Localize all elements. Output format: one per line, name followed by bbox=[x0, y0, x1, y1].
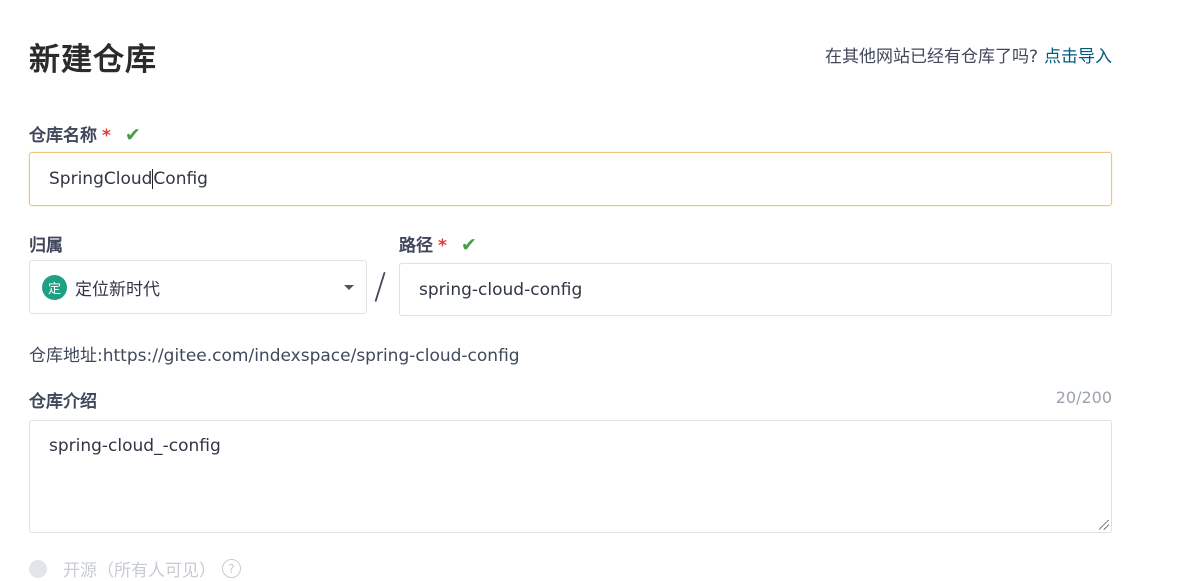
visibility-option[interactable]: 开源（所有人可见） ? bbox=[29, 556, 241, 581]
check-icon: ✔ bbox=[460, 234, 477, 256]
repo-name-value-after: Config bbox=[153, 169, 208, 189]
avatar: 定 bbox=[42, 274, 67, 300]
radio-button[interactable] bbox=[29, 559, 47, 578]
question-circle-icon[interactable]: ? bbox=[222, 559, 241, 578]
check-icon: ✔ bbox=[124, 124, 141, 146]
description-value: spring-cloud_-config bbox=[49, 436, 221, 456]
path-value: spring-cloud-config bbox=[419, 279, 583, 300]
path-input[interactable]: spring-cloud-config bbox=[399, 263, 1112, 316]
page-title: 新建仓库 bbox=[29, 42, 157, 78]
repo-name-label-text: 仓库名称 bbox=[29, 126, 97, 146]
import-hint: 在其他网站已经有仓库了吗? 点击导入 bbox=[825, 42, 1112, 67]
owner-value: 定位新时代 bbox=[75, 279, 160, 300]
description-counter: 20/200 bbox=[1055, 388, 1112, 407]
resize-handle-icon[interactable] bbox=[1099, 520, 1109, 530]
repo-name-input[interactable]: SpringCloud Config bbox=[29, 152, 1112, 206]
repo-name-label: 仓库名称 * ✔ bbox=[29, 121, 141, 146]
required-mark: * bbox=[438, 236, 447, 256]
description-textarea[interactable]: spring-cloud_-config bbox=[29, 420, 1112, 533]
description-label: 仓库介绍 bbox=[29, 392, 97, 412]
owner-label: 归属 bbox=[29, 236, 63, 256]
repo-url: 仓库地址:https://gitee.com/indexspace/spring… bbox=[29, 341, 520, 366]
import-hint-text: 在其他网站已经有仓库了吗? bbox=[824, 47, 1038, 67]
chevron-down-icon bbox=[344, 285, 354, 290]
path-separator: / bbox=[374, 266, 387, 307]
path-label: 路径 * ✔ bbox=[399, 231, 477, 256]
visibility-option-label: 开源（所有人可见） bbox=[63, 561, 216, 581]
repo-name-value-before: SpringCloud bbox=[49, 169, 153, 189]
required-mark: * bbox=[102, 126, 111, 146]
path-label-text: 路径 bbox=[399, 236, 433, 256]
repo-url-value: https://gitee.com/indexspace/spring-clou… bbox=[102, 346, 520, 366]
repo-url-label: 仓库地址: bbox=[29, 346, 103, 366]
import-link[interactable]: 点击导入 bbox=[1044, 47, 1112, 67]
owner-select[interactable]: 定 定位新时代 bbox=[29, 260, 367, 314]
